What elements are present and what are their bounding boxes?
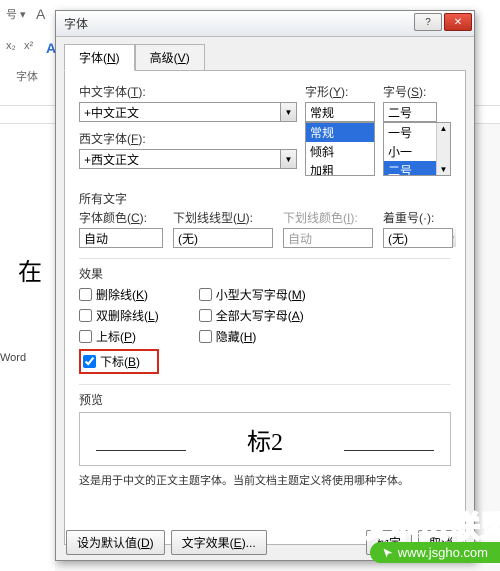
dialog-title: 字体 bbox=[64, 15, 88, 32]
list-item[interactable]: 加粗 bbox=[306, 161, 374, 176]
smallcaps-checkbox[interactable]: 小型大写字母(M) bbox=[199, 286, 306, 303]
font-style-input-wrap[interactable] bbox=[305, 102, 375, 122]
font-size-label: 字号(S): bbox=[383, 83, 451, 100]
subscript-btn[interactable]: x₂ bbox=[6, 40, 16, 52]
emphasis-combo[interactable]: ▼ bbox=[383, 228, 453, 248]
underline-color-combo: ▼ bbox=[283, 228, 373, 248]
close-button[interactable]: ✕ bbox=[444, 13, 472, 31]
preview-text: 标2 bbox=[247, 422, 283, 457]
cn-font-input[interactable] bbox=[80, 103, 280, 121]
watermark: 技术员联盟 www.jsgho.com bbox=[357, 502, 500, 563]
font-size-dd[interactable]: 号 ▾ bbox=[6, 6, 26, 22]
chevron-down-icon[interactable]: ▼ bbox=[280, 150, 296, 168]
double-strike-checkbox[interactable]: 双删除线(L) bbox=[79, 307, 159, 324]
cursor-icon bbox=[382, 547, 394, 559]
west-font-input[interactable] bbox=[80, 150, 280, 168]
list-item[interactable]: 常规 bbox=[306, 123, 374, 142]
tab-font[interactable]: 字体(N) bbox=[64, 44, 135, 71]
preview-label: 预览 bbox=[79, 393, 103, 407]
font-style-list[interactable]: 常规 倾斜 加粗 bbox=[305, 122, 375, 176]
underline-type-combo[interactable]: ▼ bbox=[173, 228, 273, 248]
allcaps-checkbox[interactable]: 全部大写字母(A) bbox=[199, 307, 306, 324]
west-font-label: 西文字体(F): bbox=[79, 130, 297, 147]
all-text-label: 所有文字 bbox=[79, 192, 127, 206]
preview-box: 标2 bbox=[79, 412, 451, 466]
font-color-combo[interactable]: ▼ bbox=[79, 228, 163, 248]
chevron-down-icon[interactable]: ▼ bbox=[280, 103, 296, 121]
subscript-highlight: 下标(B) bbox=[79, 349, 159, 374]
superscript-btn[interactable]: x² bbox=[24, 40, 33, 52]
divider bbox=[79, 384, 451, 385]
list-item[interactable]: 倾斜 bbox=[306, 142, 374, 161]
emphasis-input[interactable] bbox=[384, 229, 500, 247]
west-font-combo[interactable]: ▼ bbox=[79, 149, 297, 169]
font-color-label: 字体颜色(C): bbox=[79, 209, 163, 226]
font-size-input-wrap[interactable] bbox=[383, 102, 437, 122]
tab-advanced[interactable]: 高级(V) bbox=[135, 44, 205, 71]
cn-font-label: 中文字体(T): bbox=[79, 83, 297, 100]
subscript-checkbox[interactable]: 下标(B) bbox=[83, 353, 140, 370]
emphasis-label: 着重号(·): bbox=[383, 209, 453, 226]
preview-note: 这是用于中文的正文主题字体。当前文档主题定义将使用哪种字体。 bbox=[79, 472, 451, 488]
document-area: 在 Word bbox=[0, 124, 55, 571]
status-word: Word bbox=[0, 352, 26, 364]
doc-char: 在 bbox=[18, 252, 42, 287]
tabs: 字体(N) 高级(V) bbox=[56, 37, 474, 70]
grow-font-icon[interactable]: A bbox=[36, 6, 45, 22]
watermark-brand: 技术员联盟 bbox=[357, 502, 500, 546]
effects-label: 效果 bbox=[79, 267, 103, 281]
divider bbox=[79, 258, 451, 259]
font-size-list[interactable]: 一号 小一 二号 ▲▼ bbox=[383, 122, 451, 176]
font-size-input[interactable] bbox=[384, 103, 500, 121]
strike-checkbox[interactable]: 删除线(K) bbox=[79, 286, 159, 303]
underline-color-label: 下划线颜色(I): bbox=[283, 209, 373, 226]
hidden-checkbox[interactable]: 隐藏(H) bbox=[199, 328, 306, 345]
tabpanel-font: 中文字体(T): ▼ 西文字体(F): ▼ 字形(Y): 常规 倾斜 bbox=[64, 70, 466, 545]
underline-type-label: 下划线线型(U): bbox=[173, 209, 273, 226]
font-style-label: 字形(Y): bbox=[305, 83, 375, 100]
cn-font-combo[interactable]: ▼ bbox=[79, 102, 297, 122]
font-group-label: 字体 bbox=[16, 68, 38, 84]
font-dialog: 字体 ? ✕ 字体(N) 高级(V) 中文字体(T): ▼ 西文字体(F): ▼ bbox=[55, 10, 475, 561]
scrollbar[interactable]: ▲▼ bbox=[436, 123, 450, 175]
text-effect-button[interactable]: 文字效果(E)... bbox=[171, 530, 267, 555]
titlebar: 字体 ? ✕ bbox=[56, 11, 474, 37]
watermark-url: www.jsgho.com bbox=[370, 542, 500, 563]
superscript-checkbox[interactable]: 上标(P) bbox=[79, 328, 159, 345]
set-default-button[interactable]: 设为默认值(D) bbox=[66, 530, 165, 555]
help-button[interactable]: ? bbox=[414, 13, 442, 31]
